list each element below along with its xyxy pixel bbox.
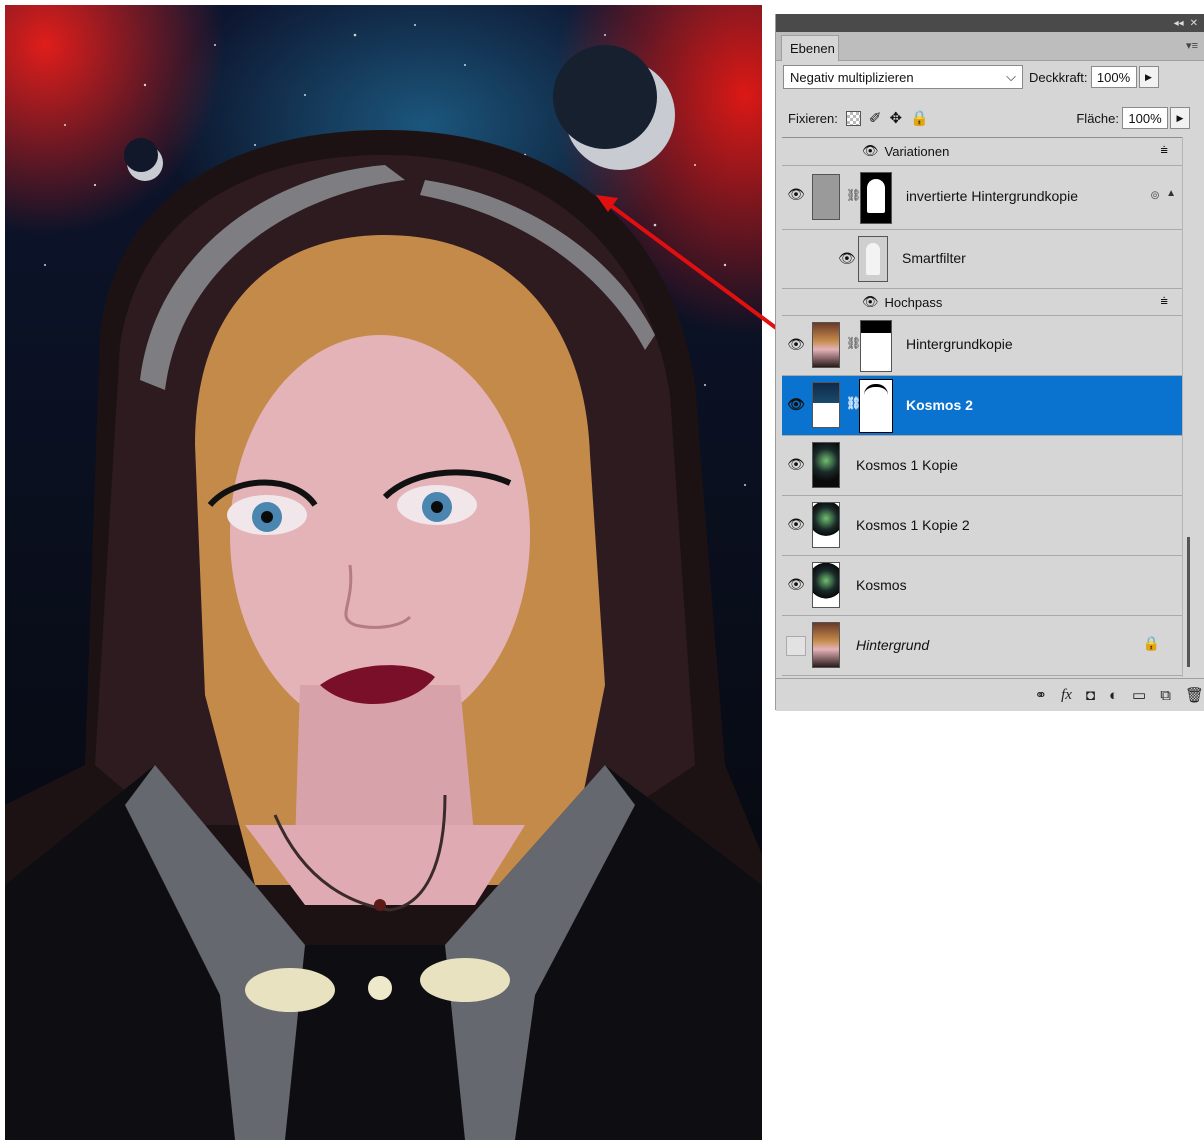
eye-icon[interactable]: 👁 [838, 250, 856, 267]
lock-label: Fixieren: [788, 110, 838, 126]
layer-mask-thumbnail[interactable] [860, 172, 892, 224]
fx-icon[interactable]: fx [1061, 687, 1072, 704]
layer-thumbnail [812, 174, 840, 220]
layer-kosmos-1-kopie-2[interactable]: 👁 Kosmos 1 Kopie 2 [782, 496, 1182, 556]
eye-icon[interactable]: 👁 [786, 186, 806, 203]
fill-slider-button[interactable]: ▶ [1170, 107, 1190, 129]
eye-icon[interactable]: 👁 [786, 396, 806, 413]
layer-hintergrundkopie[interactable]: 👁 ⛓ Hintergrundkopie [782, 316, 1182, 376]
link-layers-icon[interactable]: ⚭ [1035, 686, 1048, 704]
link-icon: ⛓ [846, 396, 862, 410]
new-layer-icon[interactable]: ⧉ [1160, 687, 1171, 704]
layer-mask-thumbnail[interactable] [860, 320, 892, 372]
lock-paint-icon[interactable]: ✐ [869, 109, 882, 127]
smart-filter-row[interactable]: 👁 Smartfilter [782, 230, 1182, 288]
tab-layers[interactable]: Ebenen [781, 35, 839, 61]
close-icon[interactable]: ✕ [1190, 18, 1198, 29]
layer-thumbnail [812, 502, 840, 548]
layer-thumbnail [812, 382, 840, 428]
collapse-arrow-icon[interactable]: ▲ [1166, 188, 1176, 199]
eye-icon[interactable]: 👁 [862, 143, 879, 159]
panel-titlebar: ◂◂ ✕ [776, 14, 1204, 32]
eye-icon[interactable]: 👁 [786, 336, 806, 353]
filter-options-icon[interactable]: ⩧ [1160, 293, 1168, 309]
layer-name: Variationen [884, 143, 950, 159]
chevron-down-icon: ⌵ [1006, 69, 1016, 84]
tab-layers-label: Ebenen [790, 41, 835, 56]
layer-name: invertierte Hintergrundkopie [906, 188, 1078, 204]
layer-thumbnail [812, 442, 840, 488]
eye-icon[interactable]: 👁 [786, 516, 806, 533]
layer-mask-thumbnail[interactable] [859, 379, 893, 433]
filter-effect-hochpass[interactable]: 👁 Hochpass ⩧ [782, 288, 1182, 316]
clasp-right [420, 958, 510, 1002]
panel-footer: ⚭ fx ◘ ◐ ▭ ⧉ 🗑 [776, 678, 1204, 711]
layer-list: 👁 Variationen ⩧ 👁 ⛓ invertierte Hintergr… [782, 137, 1182, 678]
layer-thumbnail [812, 562, 840, 608]
clasp-left [245, 968, 335, 1012]
visibility-toggle-empty[interactable] [786, 636, 806, 656]
adjustment-layer-icon[interactable]: ◐ [1109, 687, 1118, 704]
lock-icon: 🔒 [1142, 635, 1160, 651]
lock-all-icon[interactable]: 🔒 [910, 109, 929, 127]
layer-name: Kosmos [856, 577, 907, 593]
opacity-slider-button[interactable]: ▶ [1138, 66, 1159, 88]
add-mask-icon[interactable]: ◘ [1086, 687, 1095, 704]
smart-filter-icon: ⊚ [1149, 188, 1160, 202]
layers-panel: ◂◂ ✕ Ebenen ▾≡ Negativ multiplizieren ⌵ … [775, 14, 1204, 711]
layer-kosmos-2[interactable]: 👁 ⛓ Kosmos 2 [782, 376, 1182, 436]
opacity-label: Deckkraft: [1029, 69, 1088, 85]
lock-transparency-icon[interactable] [845, 110, 861, 126]
filter-options-icon[interactable]: ⩧ [1160, 142, 1168, 158]
layer-name: Kosmos 1 Kopie [856, 457, 958, 473]
layer-thumbnail [812, 322, 840, 368]
portrait-illustration [5, 24, 762, 1140]
blend-mode-select[interactable]: Negativ multiplizieren ⌵ [783, 65, 1023, 89]
link-icon: ⛓ [846, 336, 862, 350]
layer-hintergrund[interactable]: Hintergrund 🔒 [782, 616, 1182, 676]
blend-mode-value: Negativ multiplizieren [790, 69, 914, 85]
photo-canvas [5, 5, 762, 1140]
layer-invertierte-hintergrundkopie[interactable]: 👁 ⛓ invertierte Hintergrundkopie ⊚ ▲ [782, 166, 1182, 230]
layer-name: Hochpass [884, 294, 943, 310]
lock-row: Fixieren: ✐ ✥ 🔒 Fläche: 100% ▶ [788, 106, 1204, 130]
panel-tab-row: Ebenen ▾≡ [776, 32, 1204, 61]
opacity-field[interactable]: 100% [1090, 66, 1137, 88]
layer-list-scrollbar[interactable] [1182, 137, 1200, 677]
eye-icon[interactable]: 👁 [862, 294, 879, 310]
fill-label: Fläche: [1076, 110, 1119, 126]
layer-name: Kosmos 1 Kopie 2 [856, 517, 970, 533]
fill-field[interactable]: 100% [1122, 107, 1168, 129]
layer-name: Kosmos 2 [906, 397, 973, 413]
layer-thumbnail [812, 622, 840, 668]
eye-icon[interactable]: 👁 [786, 456, 806, 473]
lock-position-icon[interactable]: ✥ [889, 109, 902, 127]
collapse-icon[interactable]: ◂◂ [1174, 18, 1184, 29]
eye-icon[interactable]: 👁 [786, 576, 806, 593]
trash-icon[interactable]: 🗑 [1185, 686, 1204, 704]
panel-menu-icon[interactable]: ▾≡ [1186, 39, 1198, 52]
layer-kosmos-1-kopie[interactable]: 👁 Kosmos 1 Kopie [782, 436, 1182, 496]
filter-effect-variationen[interactable]: 👁 Variationen ⩧ [782, 138, 1182, 166]
layer-name: Smartfilter [902, 250, 966, 266]
scrollbar-thumb[interactable] [1187, 537, 1190, 667]
layer-kosmos[interactable]: 👁 Kosmos [782, 556, 1182, 616]
layer-name: Hintergrundkopie [906, 336, 1013, 352]
blend-row: Negativ multiplizieren ⌵ Deckkraft: 100%… [783, 65, 1159, 89]
layer-name: Hintergrund [856, 637, 930, 653]
fill-value: 100% [1128, 110, 1162, 126]
opacity-value: 100% [1096, 69, 1131, 85]
smart-filter-thumbnail [858, 236, 888, 282]
link-icon: ⛓ [846, 188, 862, 202]
new-group-icon[interactable]: ▭ [1132, 686, 1146, 704]
